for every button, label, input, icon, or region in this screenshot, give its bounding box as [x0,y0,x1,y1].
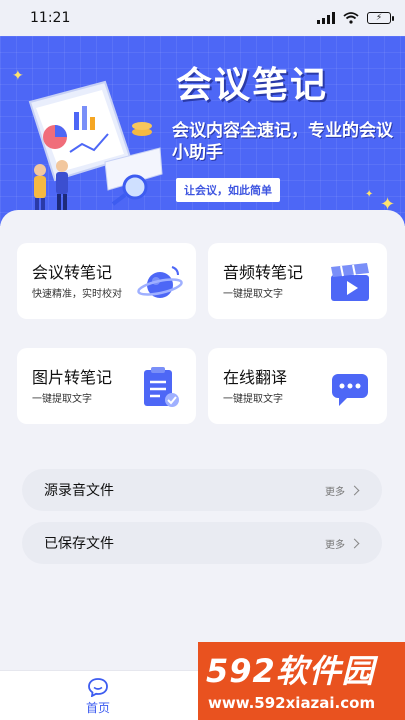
online-translate-card[interactable]: 在线翻译 一键提取文字 [208,348,387,424]
status-bar: 11:21 ⚡ [0,0,405,36]
audio-to-notes-card[interactable]: 音频转笔记 一键提取文字 [208,243,387,319]
meeting-illustration [28,80,163,214]
planet-icon [137,266,183,298]
more-link[interactable]: 更多 [325,483,360,498]
watermark-logo: 592软件园 www.592xiazai.com [198,642,405,720]
signal-icon [317,12,335,24]
battery-icon: ⚡ [367,12,394,24]
wifi-icon [343,12,359,24]
card-subtitle: 快速精准，实时校对 [32,289,122,300]
card-title: 图片转笔记 [32,368,113,387]
watermark-url: www.592xiazai.com [208,694,376,712]
list-label: 源录音文件 [44,483,114,499]
main-content: 会议转笔记 快速精准，实时校对 音频转笔记 一键提取文字 图片转笔记 一键提取文… [0,210,405,670]
banner-tag: 让会议，如此简单 [176,178,280,202]
card-subtitle: 一键提取文字 [223,289,283,300]
list-label: 已保存文件 [44,536,114,552]
tab-home[interactable]: 首页 [68,677,128,716]
chat-bubble-icon [88,678,108,697]
video-clapper-icon [331,263,369,301]
sparkle-icon: ✦ [12,68,24,84]
card-title: 在线翻译 [223,368,288,387]
saved-files-row[interactable]: 已保存文件 更多 [22,522,382,564]
chevron-right-icon [349,538,360,548]
clipboard-icon [144,367,179,407]
chat-bubble-icon [332,374,368,406]
image-to-notes-card[interactable]: 图片转笔记 一键提取文字 [17,348,196,424]
source-recordings-row[interactable]: 源录音文件 更多 [22,469,382,511]
card-subtitle: 一键提取文字 [32,394,92,405]
status-icons: ⚡ [317,12,394,24]
chevron-right-icon [349,485,360,495]
meeting-to-notes-card[interactable]: 会议转笔记 快速精准，实时校对 [17,243,196,319]
sparkle-icon: ✦ [365,189,374,200]
card-title: 音频转笔记 [223,263,304,282]
more-link[interactable]: 更多 [325,536,360,551]
card-subtitle: 一键提取文字 [223,394,283,405]
tab-home-label: 首页 [85,701,110,715]
banner-title: 会议笔记 [176,65,329,106]
banner-subtitle: 会议内容全速记，专业的会议小助手 [172,121,393,163]
status-time: 11:21 [30,10,71,26]
hero-banner: ✦ ✦ ✦ 会议笔记 会议内容全速记，专业的会议小助手 让会议，如此简单 [0,36,405,226]
card-title: 会议转笔记 [32,263,113,282]
watermark-title: 592软件园 [206,652,375,690]
